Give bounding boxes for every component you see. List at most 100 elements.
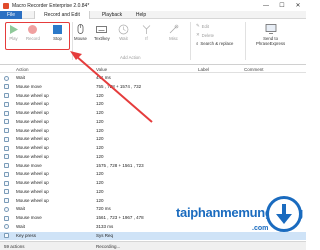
table-row[interactable]: Mouse wheel up 120 — [0, 170, 306, 178]
play-icon — [10, 25, 18, 34]
row-value: 120 — [96, 180, 104, 185]
status-action-count: 59 actions — [4, 244, 25, 249]
mouse-icon — [4, 215, 9, 221]
title-bar: Macro Recorder Enterprise 2.0.84* — ☐ ✕ — [0, 0, 306, 11]
record-button[interactable]: Record — [26, 24, 40, 41]
row-value: 1561 , 723 + 1967 , 478 — [96, 215, 144, 220]
row-action: Mouse wheel up — [16, 118, 49, 124]
mouse-icon — [4, 128, 9, 133]
app-logo-icon — [3, 2, 9, 9]
row-action: Mouse wheel up — [16, 188, 49, 194]
stop-button[interactable]: Stop — [52, 24, 63, 41]
delete-label: Delete — [201, 32, 215, 38]
row-action: Mouse wheel up — [16, 136, 49, 142]
row-value: 120 — [96, 101, 104, 107]
delete-button[interactable]: ✕ Delete — [196, 32, 214, 38]
mouse-icon — [4, 110, 9, 116]
mouse-icon — [4, 163, 9, 168]
table-row[interactable]: Mouse wheel up 120 — [0, 179, 306, 187]
maximize-button[interactable]: ☐ — [274, 0, 290, 11]
minimize-button[interactable]: — — [258, 0, 274, 11]
menu-bar: File Record and Edit Playback Help — [0, 11, 306, 20]
search-icon: ⌕ — [196, 41, 199, 46]
table-row[interactable]: Mouse wheel up 120 — [0, 188, 306, 196]
mouse-button[interactable]: Mouse — [74, 24, 87, 41]
search-replace-button[interactable]: ⌕ Search & replace — [196, 41, 233, 46]
tab-help[interactable]: Help — [132, 11, 150, 19]
row-action: Mouse move — [16, 83, 42, 89]
row-action: Mouse move — [16, 162, 42, 168]
mouse-icon — [4, 189, 9, 195]
play-label: Play — [9, 36, 18, 41]
table-row[interactable]: Mouse move 1575 , 728 + 1561 , 723 — [0, 162, 306, 170]
watermark-suffix: .com — [252, 225, 269, 232]
status-bar: 59 actions Recording... — [0, 241, 306, 250]
ribbon-separator — [72, 22, 73, 60]
table-row[interactable]: Mouse wheel up 120 — [0, 144, 306, 152]
ribbon-separator — [245, 22, 246, 60]
tab-playback[interactable]: Playback — [92, 11, 132, 19]
table-row[interactable]: Mouse wheel up 120 — [0, 135, 306, 143]
mouse-icon — [4, 154, 9, 160]
row-action: Mouse wheel up — [16, 145, 49, 150]
misc-icon — [169, 24, 179, 34]
wait-icon — [4, 75, 9, 81]
row-action: Mouse wheel up — [16, 92, 49, 98]
table-row[interactable]: Mouse wheel up 120 — [0, 109, 306, 117]
wait-label: Wait — [119, 36, 128, 41]
mouse-icon — [4, 180, 9, 186]
row-value: 441 ms — [96, 75, 111, 80]
header-label[interactable]: Label — [198, 67, 209, 72]
mouse-icon — [4, 84, 9, 90]
row-value: 120 — [96, 110, 104, 115]
stop-icon — [53, 25, 62, 34]
row-value: 1575 , 728 + 1561 , 723 — [96, 162, 144, 168]
table-row[interactable]: Mouse move 755 , 728 + 1574 , 732 — [0, 83, 306, 91]
table-header: Action Value Label Comment — [0, 66, 306, 73]
row-action: Mouse wheel up — [16, 153, 49, 159]
row-action: Mouse wheel up — [16, 110, 49, 115]
if-button[interactable]: If — [141, 24, 152, 41]
text-key-button[interactable]: Text/key — [94, 24, 110, 41]
row-action: Mouse wheel up — [16, 171, 49, 177]
window-title: Macro Recorder Enterprise 2.0.84* — [12, 2, 90, 9]
header-action[interactable]: Action — [16, 67, 29, 72]
table-row[interactable]: Wait 441 ms — [0, 74, 306, 82]
row-action: Mouse wheel up — [16, 197, 49, 203]
close-button[interactable]: ✕ — [290, 0, 306, 11]
row-action: Wait — [16, 206, 25, 212]
tab-file[interactable]: File — [0, 11, 22, 19]
wait-button[interactable]: Wait — [118, 24, 129, 41]
header-comment[interactable]: Comment — [244, 67, 264, 72]
table-row[interactable]: Mouse wheel up 120 — [0, 153, 306, 161]
mouse-icon — [4, 171, 9, 177]
ribbon-toolbar: Play Record Stop Mouse Text/key Wait If … — [0, 19, 306, 65]
table-row[interactable]: Mouse wheel up 120 — [0, 127, 306, 135]
ribbon-separator — [190, 22, 191, 60]
table-row[interactable]: Key press Sys Req — [0, 231, 306, 240]
pencil-icon: ✎ — [196, 23, 200, 28]
row-value: 3133 ms — [96, 223, 114, 229]
row-action: Mouse wheel up — [16, 101, 49, 107]
table-row[interactable]: Mouse wheel up 120 — [0, 118, 306, 126]
misc-button[interactable]: Misc — [168, 24, 179, 41]
mouse-icon — [4, 198, 9, 203]
mouse-icon — [4, 136, 9, 142]
mouse-label: Mouse — [74, 36, 87, 41]
text-key-label: Text/key — [94, 36, 110, 41]
table-row[interactable]: Mouse wheel up 120 — [0, 100, 306, 108]
row-action: Wait — [16, 75, 25, 80]
add-action-group-label: Add Action — [120, 55, 141, 60]
send-to-phraseexpress-button[interactable]: Send to PhraseExpress — [256, 23, 285, 46]
window-controls: — ☐ ✕ — [258, 0, 306, 11]
play-button[interactable]: Play — [8, 24, 19, 41]
if-label: If — [145, 36, 148, 41]
row-value: 755 , 728 + 1574 , 732 — [96, 83, 142, 89]
table-row[interactable]: Mouse wheel up 120 — [0, 197, 306, 205]
wait-icon — [4, 224, 9, 230]
table-row[interactable]: Mouse wheel up 120 — [0, 92, 306, 100]
mouse-icon — [4, 93, 9, 98]
header-value[interactable]: Value — [96, 67, 107, 72]
edit-button[interactable]: ✎ Edit — [196, 23, 209, 29]
row-action: Mouse wheel up — [16, 180, 49, 185]
